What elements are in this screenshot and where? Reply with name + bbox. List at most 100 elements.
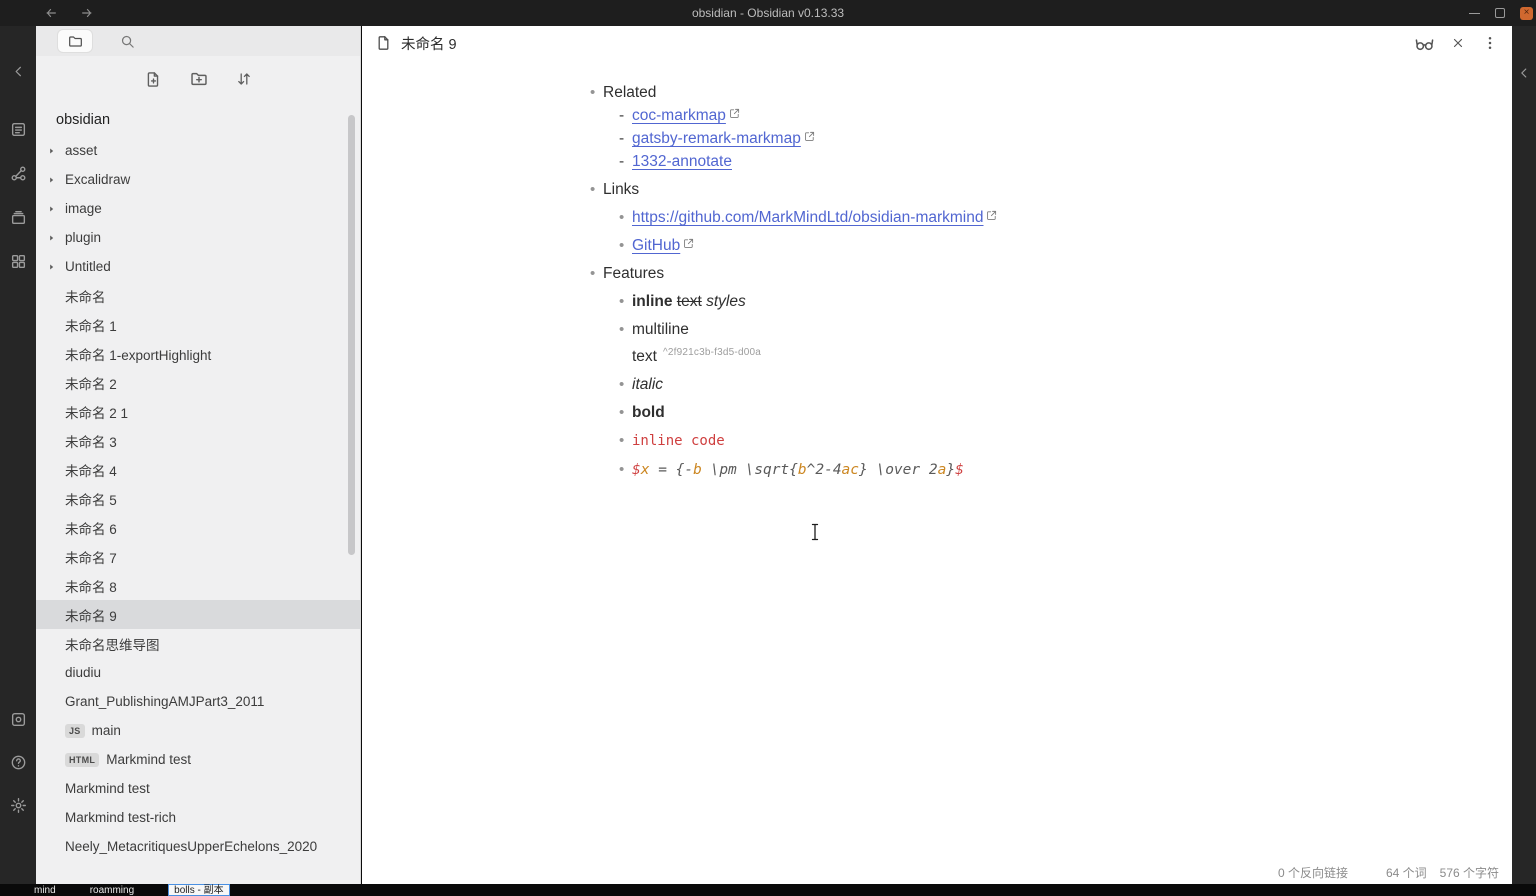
tree-file[interactable]: diudiu <box>36 658 360 687</box>
expand-right-sidebar-icon[interactable] <box>1515 64 1533 82</box>
external-link-icon <box>683 233 694 256</box>
taskbar-item[interactable]: mind <box>34 885 56 896</box>
text-segment: inline <box>632 293 673 310</box>
list-bullet-marker: • <box>590 84 596 101</box>
editor-line: • Links <box>590 178 1472 201</box>
tree-item-label: Markmind test <box>65 781 150 796</box>
text-segment: italic <box>632 376 664 393</box>
note-link[interactable]: 1332-annotate <box>632 153 732 170</box>
tree-file[interactable]: 未命名 3 <box>36 426 360 455</box>
editor-pane: 未命名 9 • Related - coc-markmap - gatsby-remark… <box>362 26 1512 884</box>
editor-line: • GitHub <box>619 234 1472 257</box>
tree-file[interactable]: Grant_PublishingAMJPart3_2011 <box>36 687 360 716</box>
note-link[interactable]: gatsby-remark-markmap <box>632 130 801 147</box>
collapse-left-sidebar-icon[interactable] <box>9 62 27 80</box>
taskbar-item[interactable]: bolls - 副本 <box>168 884 230 896</box>
tree-file[interactable]: 未命名 2 <box>36 368 360 397</box>
new-note-button[interactable] <box>145 71 162 88</box>
help-icon[interactable] <box>9 753 27 771</box>
tree-folder[interactable]: image <box>36 194 360 223</box>
editor-content[interactable]: • Related - coc-markmap - gatsby-remark-markm… <box>362 60 1512 884</box>
tree-item-label: Untitled <box>65 259 111 274</box>
tree-file[interactable]: JS main <box>36 716 360 745</box>
note-link[interactable]: coc-markmap <box>632 107 726 124</box>
file-explorer-sidebar: obsidian asset Excalidraw image plugin Untit… <box>36 26 361 884</box>
tree-item-label: 未命名思维导图 <box>65 637 160 653</box>
tree-item-label: Markmind test <box>106 752 191 767</box>
taskbar-item[interactable]: roamming <box>90 885 134 896</box>
titlebar: obsidian - Obsidian v0.13.33 × <box>0 0 1536 26</box>
new-folder-button[interactable] <box>190 70 208 88</box>
list-dash-marker: - <box>619 107 625 124</box>
sort-button[interactable] <box>236 71 252 87</box>
text-segment: ^2f921c3b-f3d5-d00a <box>662 347 761 358</box>
editor-line: - gatsby-remark-markmap <box>619 127 1472 150</box>
minimize-button[interactable] <box>1469 12 1480 14</box>
list-bullet-marker: • <box>619 432 625 449</box>
sidebar-scrollbar[interactable] <box>348 115 355 555</box>
tree-item-label: 未命名 3 <box>65 434 117 450</box>
vault-name: obsidian <box>56 112 111 128</box>
maximize-button[interactable] <box>1495 8 1505 18</box>
tree-file[interactable]: 未命名 7 <box>36 542 360 571</box>
tree-file[interactable]: 未命名 9 <box>36 600 360 629</box>
tree-file[interactable]: 未命名思维导图 <box>36 629 360 658</box>
text-cursor <box>810 523 820 546</box>
tree-file[interactable]: 未命名 6 <box>36 513 360 542</box>
tree-item-label: diudiu <box>65 665 102 680</box>
frame-plugin-icon[interactable] <box>9 710 27 728</box>
file-explorer-tab[interactable] <box>58 30 92 52</box>
tree-file[interactable]: Markmind test <box>36 774 360 803</box>
explorer-actions <box>36 56 360 102</box>
note-link[interactable]: GitHub <box>632 237 680 254</box>
editor-line: • Related <box>590 81 1472 104</box>
tree-file[interactable]: 未命名 4 <box>36 455 360 484</box>
text-segment: } \over 2 <box>859 462 938 478</box>
list-bullet-marker: • <box>590 265 596 282</box>
tree-folder[interactable]: Untitled <box>36 252 360 281</box>
editor-line: • Features <box>590 262 1472 285</box>
card-stack-icon[interactable] <box>9 208 27 226</box>
tree-item-label: Grant_PublishingAMJPart3_2011 <box>65 694 265 709</box>
tree-file[interactable]: 未命名 1 <box>36 310 360 339</box>
search-tab[interactable] <box>110 30 144 52</box>
editor-line: • inline text styles <box>619 290 1472 313</box>
collapse-arrow-icon <box>47 262 56 271</box>
more-options-icon[interactable] <box>1482 35 1498 51</box>
tree-file[interactable]: HTML Markmind test <box>36 745 360 774</box>
graph-view-icon[interactable] <box>9 164 27 182</box>
tree-file[interactable]: 未命名 8 <box>36 571 360 600</box>
sidebar-tabs <box>36 26 360 56</box>
list-bullet-marker: • <box>619 404 625 421</box>
tree-file[interactable]: Neely_MetacritiquesUpperEchelons_2020 <box>36 832 360 861</box>
history-back-icon[interactable] <box>44 6 58 20</box>
note-link[interactable]: https://github.com/MarkMindLtd/obsidian-… <box>632 209 983 226</box>
tree-folder[interactable]: plugin <box>36 223 360 252</box>
right-sidebar-strip <box>1512 26 1536 884</box>
tree-file[interactable]: 未命名 <box>36 281 360 310</box>
grid-plugin-icon[interactable] <box>9 252 27 270</box>
tree-item-label: plugin <box>65 230 102 245</box>
editor-line: - coc-markmap <box>619 104 1472 127</box>
text-segment: styles <box>706 293 746 310</box>
tree-folder[interactable]: Excalidraw <box>36 165 360 194</box>
reading-mode-icon[interactable] <box>1415 34 1434 53</box>
status-item: 64 个词 <box>1385 865 1427 880</box>
quick-switcher-icon[interactable] <box>9 120 27 138</box>
tree-file[interactable]: 未命名 1-exportHighlight <box>36 339 360 368</box>
tree-file[interactable]: 未命名 5 <box>36 484 360 513</box>
tree-item-label: 未命名 5 <box>65 492 117 508</box>
close-pane-icon[interactable] <box>1451 36 1465 50</box>
tree-folder[interactable]: asset <box>36 136 360 165</box>
settings-icon[interactable] <box>9 796 27 814</box>
left-ribbon <box>0 26 36 884</box>
text-segment: bold <box>632 404 665 421</box>
tree-item-label: 未命名 4 <box>65 463 117 479</box>
history-forward-icon[interactable] <box>80 6 94 20</box>
tree-item-label: 未命名 2 1 <box>65 405 129 421</box>
tree-item-label: 未命名 1-exportHighlight <box>65 347 212 363</box>
tree-file[interactable]: Markmind test-rich <box>36 803 360 832</box>
tree-file[interactable]: 未命名 2 1 <box>36 397 360 426</box>
text-segment: = {- <box>649 462 694 478</box>
close-button[interactable]: × <box>1520 6 1533 20</box>
